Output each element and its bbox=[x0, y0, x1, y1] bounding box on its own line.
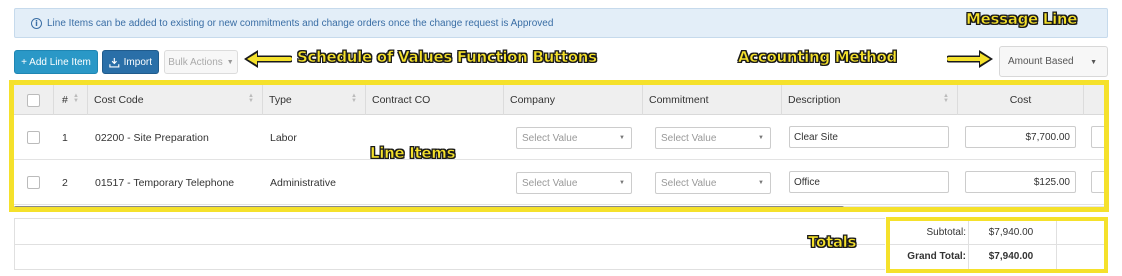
company-select-placeholder: Select Value bbox=[522, 132, 578, 144]
header-company-label: Company bbox=[510, 94, 555, 106]
totals-divider bbox=[15, 244, 885, 245]
commitment-select-placeholder: Select Value bbox=[661, 132, 717, 144]
callout-arrow-left-icon bbox=[244, 50, 292, 68]
header-cost-code[interactable]: Cost Code ▲ ▼ bbox=[88, 85, 263, 115]
row-type: Labor bbox=[270, 131, 297, 144]
subtotal-row: Subtotal: $7,940.00 bbox=[890, 221, 1104, 245]
horizontal-scrollbar-thumb[interactable] bbox=[14, 206, 844, 207]
row-checkbox[interactable] bbox=[27, 176, 40, 189]
sort-icon: ▲ ▼ bbox=[73, 93, 79, 104]
table-row: 1 02200 - Site Preparation Labor Select … bbox=[14, 115, 1104, 160]
caret-down-icon: ▼ bbox=[226, 58, 234, 66]
accounting-method-select[interactable]: Amount Based ▼ bbox=[999, 46, 1108, 77]
table-header-row: # ▲ ▼ Cost Code ▲ ▼ Type ▲ ▼ Contract CO Co… bbox=[14, 85, 1104, 115]
caret-down-icon: ▼ bbox=[619, 135, 625, 141]
select-all-checkbox[interactable] bbox=[27, 93, 40, 107]
row-num: 2 bbox=[62, 176, 68, 189]
header-extra bbox=[1084, 85, 1104, 115]
callout-arrow-right-icon bbox=[947, 50, 993, 68]
subtotal-label: Subtotal: bbox=[926, 227, 966, 238]
commitment-select[interactable]: Select Value ▼ bbox=[655, 127, 771, 149]
line-items-table: # ▲ ▼ Cost Code ▲ ▼ Type ▲ ▼ Contract CO Co… bbox=[9, 80, 1109, 212]
header-cost-code-label: Cost Code bbox=[94, 94, 144, 106]
extra-input[interactable] bbox=[1091, 126, 1104, 148]
row-checkbox-cell bbox=[27, 160, 40, 205]
header-type[interactable]: Type ▲ ▼ bbox=[263, 85, 366, 115]
totals-panel: Subtotal: $7,940.00 Grand Total: $7,940.… bbox=[886, 217, 1108, 273]
sort-icon: ▲ ▼ bbox=[248, 93, 254, 104]
cost-input[interactable]: $7,700.00 bbox=[965, 126, 1076, 148]
grand-total-value: $7,940.00 bbox=[988, 251, 1034, 262]
sort-icon: ▲ ▼ bbox=[943, 93, 949, 104]
bulk-actions-label: Bulk Actions bbox=[168, 56, 223, 68]
company-select[interactable]: Select Value ▼ bbox=[516, 172, 632, 194]
row-num: 1 bbox=[62, 131, 68, 144]
info-icon: i bbox=[31, 17, 42, 29]
accounting-method-value: Amount Based bbox=[1008, 56, 1074, 67]
table-row: 2 01517 - Temporary Telephone Administra… bbox=[14, 160, 1104, 205]
import-label: Import bbox=[123, 56, 152, 68]
caret-down-icon: ▼ bbox=[758, 180, 764, 186]
import-button[interactable]: Import bbox=[102, 50, 159, 74]
company-select[interactable]: Select Value ▼ bbox=[516, 127, 632, 149]
header-cost[interactable]: Cost bbox=[958, 85, 1084, 115]
header-description-label: Description bbox=[788, 94, 841, 106]
sort-icon: ▲ ▼ bbox=[351, 93, 357, 104]
caret-down-icon: ▼ bbox=[619, 180, 625, 186]
header-select-all bbox=[14, 85, 54, 115]
header-num-label: # bbox=[62, 94, 68, 106]
caret-down-icon: ▼ bbox=[1090, 59, 1097, 66]
callout-totals: Totals bbox=[808, 233, 857, 252]
import-tray-icon bbox=[109, 57, 120, 68]
callout-accounting-method: Accounting Method bbox=[738, 48, 898, 67]
message-banner: i Line Items can be added to existing or… bbox=[14, 8, 1108, 38]
header-commitment[interactable]: Commitment bbox=[643, 85, 782, 115]
header-description[interactable]: Description ▲ ▼ bbox=[782, 85, 958, 115]
grand-total-label: Grand Total: bbox=[907, 251, 966, 262]
add-line-item-button[interactable]: + Add Line Item bbox=[14, 50, 98, 74]
message-text: Line Items can be added to existing or n… bbox=[47, 17, 554, 29]
subtotal-value: $7,940.00 bbox=[988, 227, 1034, 238]
totals-spacer bbox=[14, 218, 885, 270]
header-cost-label: Cost bbox=[1009, 94, 1032, 106]
description-input[interactable]: Office bbox=[789, 171, 949, 193]
header-contract-co-label: Contract CO bbox=[372, 94, 431, 106]
header-commitment-label: Commitment bbox=[649, 94, 709, 106]
row-cost-code: 01517 - Temporary Telephone bbox=[95, 176, 235, 189]
row-cost-code: 02200 - Site Preparation bbox=[95, 131, 209, 144]
header-contract-co[interactable]: Contract CO bbox=[366, 85, 504, 115]
header-type-label: Type bbox=[269, 94, 292, 106]
row-type: Administrative bbox=[270, 176, 336, 189]
row-checkbox[interactable] bbox=[27, 131, 40, 144]
extra-input[interactable] bbox=[1091, 171, 1104, 193]
callout-message-line: Message Line bbox=[966, 10, 1078, 29]
description-input[interactable]: Clear Site bbox=[789, 126, 949, 148]
company-select-placeholder: Select Value bbox=[522, 177, 578, 189]
commitment-select-placeholder: Select Value bbox=[661, 177, 717, 189]
header-num[interactable]: # ▲ ▼ bbox=[54, 85, 88, 115]
grand-total-row: Grand Total: $7,940.00 bbox=[890, 245, 1104, 269]
callout-sov-buttons: Schedule of Values Function Buttons bbox=[297, 48, 598, 67]
header-company[interactable]: Company bbox=[504, 85, 643, 115]
cost-input[interactable]: $125.00 bbox=[965, 171, 1076, 193]
bulk-actions-dropdown[interactable]: Bulk Actions ▼ bbox=[164, 50, 238, 74]
row-checkbox-cell bbox=[27, 115, 40, 160]
commitment-select[interactable]: Select Value ▼ bbox=[655, 172, 771, 194]
caret-down-icon: ▼ bbox=[758, 135, 764, 141]
callout-line-items: Line Items bbox=[370, 144, 456, 163]
